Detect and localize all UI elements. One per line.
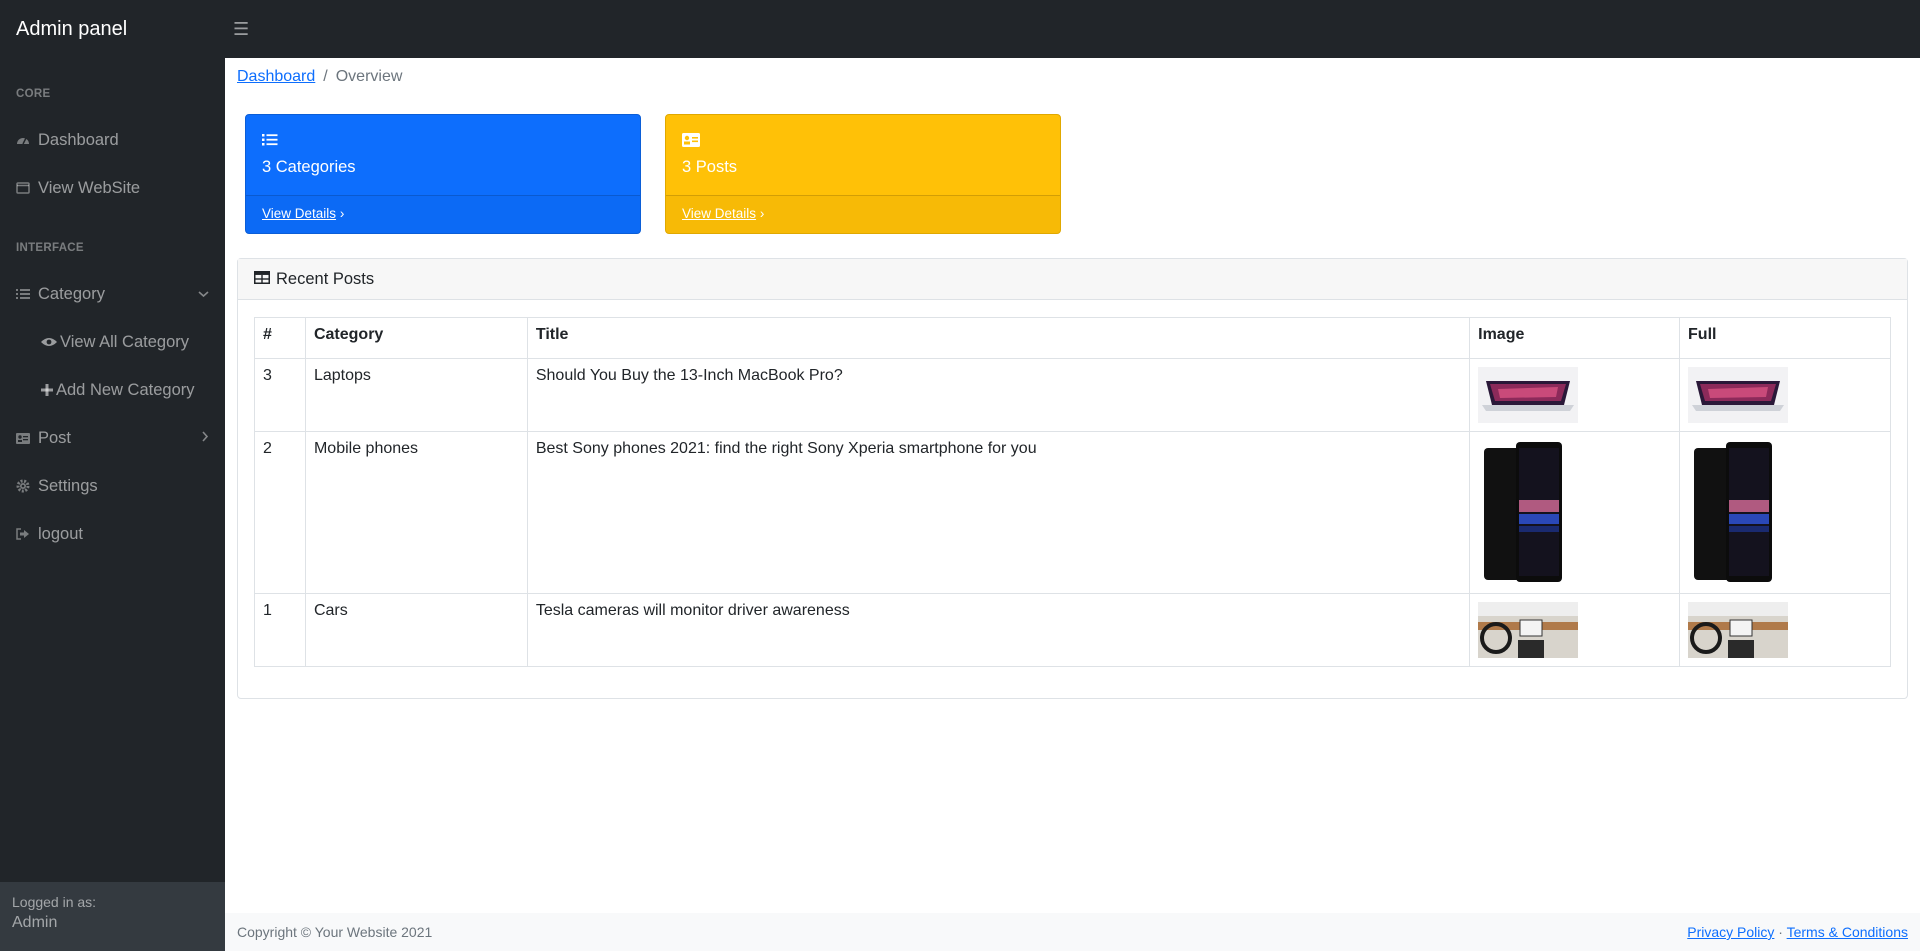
posts-view-details-link[interactable]: View Details: [682, 206, 756, 221]
sidebar-item-label: Add New Category: [56, 380, 195, 399]
sidebar-heading-interface: INTERFACE: [16, 242, 84, 254]
column-header-title: Title: [526, 317, 1471, 359]
breadcrumb-current: Overview: [335, 68, 403, 85]
sidebar-item-view-website[interactable]: View WebSite: [0, 168, 225, 208]
chevron-right-icon: ›: [339, 206, 345, 221]
gear-icon: [16, 479, 38, 493]
cell-title: Best Sony phones 2021: find the right So…: [526, 431, 1471, 594]
sidebar-item-add-new-category[interactable]: Add New Category: [0, 370, 225, 410]
hamburger-menu-icon[interactable]: ☰: [233, 19, 249, 40]
cell-image: [1469, 358, 1681, 432]
sidebar-item-post[interactable]: Post: [0, 418, 225, 458]
footer-dot: ·: [1778, 924, 1783, 940]
laptop-thumbnail[interactable]: [1478, 367, 1579, 423]
chevron-right-icon: ›: [759, 206, 765, 221]
sidebar-item-logout[interactable]: logout: [0, 514, 225, 554]
categories-view-details-link[interactable]: View Details: [262, 206, 336, 221]
plus-icon: [40, 383, 54, 397]
sidebar: CORE Dashboard View WebSite INTERFACE Ca…: [0, 58, 225, 951]
eye-icon: [40, 336, 58, 348]
list-icon: [16, 288, 38, 300]
sidebar-item-category[interactable]: Category: [0, 274, 225, 314]
cell-image: [1469, 431, 1681, 594]
column-header-image: Image: [1469, 317, 1681, 359]
logged-in-user: Admin: [12, 914, 58, 931]
table-row: 2 Mobile phones Best Sony phones 2021: f…: [254, 431, 1891, 594]
sidebar-footer: Logged in as: Admin: [0, 882, 225, 951]
car-interior-thumbnail[interactable]: [1478, 602, 1579, 658]
footer-links: Privacy Policy · Terms & Conditions: [1687, 924, 1908, 940]
sign-out-icon: [16, 528, 38, 540]
table-row: 1 Cars Tesla cameras will monitor driver…: [254, 593, 1891, 667]
categories-stat-card: 3 Categories View Details ›: [245, 114, 641, 234]
car-interior-full-image[interactable]: [1688, 602, 1789, 658]
copyright-text: Copyright © Your Website 2021: [237, 924, 433, 940]
posts-count: 3 Posts: [682, 158, 738, 176]
categories-count: 3 Categories: [262, 158, 356, 176]
phone-full-image[interactable]: [1688, 440, 1779, 585]
sidebar-item-label: View WebSite: [38, 178, 141, 197]
sidebar-item-settings[interactable]: Settings: [0, 466, 225, 506]
cell-id: 2: [254, 431, 306, 594]
page-footer: Copyright © Your Website 2021 Privacy Po…: [225, 913, 1920, 951]
breadcrumb-separator: /: [323, 68, 328, 85]
laptop-full-image[interactable]: [1688, 367, 1789, 423]
main-content: Dashboard / Overview 3 Categories View D…: [225, 58, 1920, 951]
cell-category: Cars: [304, 593, 528, 667]
cell-category: Laptops: [304, 358, 528, 432]
sidebar-item-label: Category: [38, 284, 105, 303]
top-navbar: Admin panel ☰: [0, 0, 1920, 58]
recent-posts-card: Recent Posts # Category Title Image Full…: [237, 258, 1908, 699]
posts-stat-card: 3 Posts View Details ›: [665, 114, 1061, 234]
chevron-down-icon: [198, 287, 209, 301]
sidebar-heading-core: CORE: [16, 88, 51, 100]
logged-in-label: Logged in as:: [12, 894, 97, 910]
sidebar-item-view-all-category[interactable]: View All Category: [0, 322, 225, 362]
privacy-policy-link[interactable]: Privacy Policy: [1687, 924, 1774, 940]
sidebar-item-label: Settings: [38, 476, 98, 495]
sidebar-item-label: Post: [38, 428, 72, 447]
sidebar-item-label: View All Category: [60, 332, 190, 351]
table-row: 3 Laptops Should You Buy the 13-Inch Mac…: [254, 358, 1891, 432]
list-icon: [262, 133, 624, 152]
cell-id: 3: [254, 358, 306, 432]
cell-full: [1679, 593, 1891, 667]
column-header-category: Category: [304, 317, 528, 359]
recent-posts-title: Recent Posts: [276, 269, 375, 288]
chevron-right-icon: [201, 431, 209, 445]
table-header-row: # Category Title Image Full: [254, 317, 1891, 359]
cell-id: 1: [254, 593, 306, 667]
sidebar-item-label: logout: [38, 524, 83, 543]
table-icon: [254, 270, 270, 289]
terms-link[interactable]: Terms & Conditions: [1787, 924, 1908, 940]
recent-posts-header: Recent Posts: [238, 259, 1907, 300]
cell-image: [1469, 593, 1681, 667]
id-card-icon: [16, 432, 38, 444]
cell-title: Should You Buy the 13-Inch MacBook Pro?: [526, 358, 1471, 432]
phone-thumbnail[interactable]: [1478, 440, 1569, 585]
cell-full: [1679, 431, 1891, 594]
breadcrumb-link-dashboard[interactable]: Dashboard: [237, 68, 315, 86]
sidebar-item-label: Dashboard: [38, 130, 119, 149]
cell-full: [1679, 358, 1891, 432]
brand-title[interactable]: Admin panel: [0, 18, 225, 41]
recent-posts-table: # Category Title Image Full 3 Laptops Sh…: [254, 317, 1891, 667]
column-header-full: Full: [1679, 317, 1891, 359]
breadcrumb: Dashboard / Overview: [237, 68, 402, 86]
tachometer-icon: [16, 133, 38, 147]
id-card-icon: [682, 133, 1044, 152]
column-header-id: #: [254, 317, 306, 359]
cell-title: Tesla cameras will monitor driver awaren…: [526, 593, 1471, 667]
window-icon: [16, 182, 38, 194]
cell-category: Mobile phones: [304, 431, 528, 594]
sidebar-item-dashboard[interactable]: Dashboard: [0, 120, 225, 160]
